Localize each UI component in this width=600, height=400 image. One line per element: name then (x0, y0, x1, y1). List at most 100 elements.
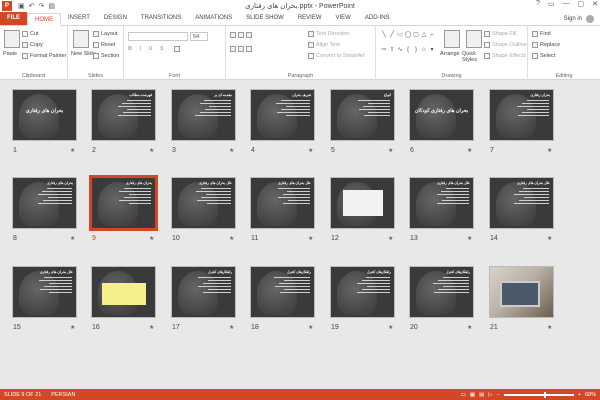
reset-button[interactable]: Reset (93, 42, 115, 48)
transition-star-icon[interactable]: ★ (467, 324, 472, 331)
triangle-shape-icon[interactable]: △ (420, 30, 428, 45)
tab-design[interactable]: DESIGN (97, 12, 134, 25)
slide-thumbnail[interactable]: فهرست مطالب (91, 89, 156, 141)
section-button[interactable]: Section (93, 53, 119, 59)
view-normal-icon[interactable]: ▭ (461, 392, 466, 398)
line-shape-icon[interactable]: ⌐ (428, 30, 436, 45)
transition-star-icon[interactable]: ★ (229, 324, 234, 331)
transition-star-icon[interactable]: ★ (229, 147, 234, 154)
slide-thumbnail[interactable]: تعریف بحران (250, 89, 315, 141)
zoom-slider[interactable] (503, 391, 574, 398)
find-button[interactable]: Find (532, 31, 551, 37)
tab-review[interactable]: REVIEW (291, 12, 329, 25)
redo-icon[interactable]: ↷ (39, 2, 45, 10)
arrow-shape-icon[interactable]: ⇧ (388, 45, 396, 60)
slide-thumbnail[interactable] (489, 266, 554, 318)
zoom-level[interactable]: 68% (585, 392, 596, 398)
view-slideshow-icon[interactable]: ▷ (488, 392, 492, 398)
shape-fill-button[interactable]: Shape Fill (484, 31, 516, 37)
text-direction-button[interactable]: Text Direction (308, 31, 349, 37)
align-text-button[interactable]: Align Text (308, 42, 340, 48)
transition-star-icon[interactable]: ★ (149, 235, 154, 242)
transition-star-icon[interactable]: ★ (467, 147, 472, 154)
slide-thumbnail[interactable]: راهکارهای کنترل (409, 266, 474, 318)
slide-thumbnail[interactable]: بحران های رفتاری (12, 177, 77, 229)
copy-button[interactable]: Copy (22, 42, 43, 48)
more-shapes-icon[interactable]: ▾ (428, 45, 436, 60)
transition-star-icon[interactable]: ★ (308, 147, 313, 154)
start-slideshow-icon[interactable]: ▤ (48, 2, 55, 10)
transition-star-icon[interactable]: ★ (388, 235, 393, 242)
select-button[interactable]: Select (532, 53, 555, 59)
transition-star-icon[interactable]: ★ (70, 235, 75, 242)
layout-button[interactable]: Layout (93, 31, 118, 37)
transition-star-icon[interactable]: ★ (149, 147, 154, 154)
align-buttons[interactable] (230, 46, 252, 52)
tab-animations[interactable]: ANIMATIONS (188, 12, 239, 25)
rect-shape-icon[interactable]: ▭ (396, 30, 404, 45)
slide-thumbnail[interactable]: علل بحران های رفتاری (409, 177, 474, 229)
transition-star-icon[interactable]: ★ (388, 147, 393, 154)
quick-styles-button[interactable]: Quick Styles (462, 51, 484, 63)
close-icon[interactable]: ✕ (592, 0, 598, 8)
slide-thumbnail[interactable] (91, 266, 156, 318)
rect-shape-icon[interactable]: ▢ (412, 30, 420, 45)
undo-icon[interactable]: ↶ (29, 2, 35, 10)
view-reading-icon[interactable]: ▤ (479, 392, 484, 398)
star-shape-icon[interactable]: ☆ (420, 45, 428, 60)
transition-star-icon[interactable]: ★ (547, 147, 552, 154)
sign-in[interactable]: Sign in (564, 15, 594, 23)
maximize-icon[interactable]: ▢ (578, 0, 585, 8)
sign-in-label[interactable]: Sign in (564, 16, 582, 22)
paste-button[interactable]: Paste (3, 51, 17, 57)
slide-thumbnail[interactable]: بحران های رفتاری کودکان (409, 89, 474, 141)
paste-icon[interactable] (4, 30, 20, 48)
replace-button[interactable]: Replace (532, 42, 560, 48)
tab-insert[interactable]: INSERT (61, 12, 97, 25)
curve-shape-icon[interactable]: ∿ (396, 45, 404, 60)
ribbon-display-icon[interactable]: ▭ (548, 0, 555, 8)
slide-thumbnail[interactable]: علل بحران های رفتاری (250, 177, 315, 229)
format-painter-button[interactable]: Format Painter (22, 53, 66, 59)
zoom-thumb[interactable] (543, 391, 546, 398)
slide-thumbnail[interactable]: بحران رفتاری (489, 89, 554, 141)
transition-star-icon[interactable]: ★ (547, 235, 552, 242)
view-sorter-icon[interactable]: ▦ (470, 392, 475, 398)
line-shape-icon[interactable]: ╱ (388, 30, 396, 45)
transition-star-icon[interactable]: ★ (308, 324, 313, 331)
transition-star-icon[interactable]: ★ (229, 235, 234, 242)
slide-thumbnail[interactable]: راهکارهای کنترل (330, 266, 395, 318)
slide-thumbnail[interactable]: بحران های رفتاری (12, 89, 77, 141)
slide-thumbnail[interactable] (330, 177, 395, 229)
tab-add-ins[interactable]: ADD-INS (358, 12, 397, 25)
save-icon[interactable]: ▣ (18, 2, 25, 10)
slide-thumbnail[interactable]: راهکارهای کنترل (250, 266, 315, 318)
arrange-button[interactable]: Arrange (440, 51, 460, 57)
tab-home[interactable]: HOME (27, 13, 61, 26)
font-name-box[interactable] (128, 32, 188, 41)
oval-shape-icon[interactable]: ◯ (404, 30, 412, 45)
convert-smartart-button[interactable]: Convert to SmartArt (308, 53, 365, 59)
transition-star-icon[interactable]: ★ (388, 324, 393, 331)
font-format-buttons[interactable]: B I U S (128, 46, 167, 52)
transition-star-icon[interactable]: ★ (149, 324, 154, 331)
minimize-icon[interactable]: — (563, 0, 570, 8)
zoom-in-icon[interactable]: + (578, 392, 581, 398)
shape-effects-button[interactable]: Shape Effects (484, 53, 526, 59)
slide-thumbnail[interactable]: علل بحران های رفتاری (171, 177, 236, 229)
brace-shape-icon[interactable]: { (404, 45, 412, 60)
cut-button[interactable]: Cut (22, 31, 39, 37)
font-size-box[interactable]: 54 (190, 32, 208, 41)
transition-star-icon[interactable]: ★ (70, 324, 75, 331)
help-icon[interactable]: ? (536, 0, 540, 8)
arrange-icon[interactable] (444, 30, 460, 48)
slide-thumbnail[interactable]: مقدمه ای بر (171, 89, 236, 141)
tab-transitions[interactable]: TRANSITIONS (134, 12, 188, 25)
transition-star-icon[interactable]: ★ (547, 324, 552, 331)
shape-outline-button[interactable]: Shape Outline (484, 42, 527, 48)
slide-thumbnail[interactable]: علل بحران های رفتاری (489, 177, 554, 229)
slide-thumbnail[interactable]: انواع (330, 89, 395, 141)
transition-star-icon[interactable]: ★ (308, 235, 313, 242)
transition-star-icon[interactable]: ★ (70, 147, 75, 154)
slide-thumbnail[interactable]: راهکارهای کنترل (171, 266, 236, 318)
